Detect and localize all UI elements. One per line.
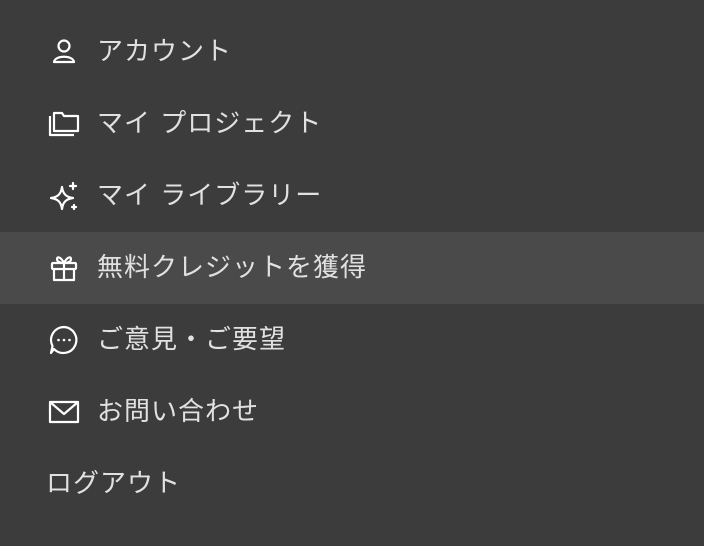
menu-item-label: マイ プロジェクト bbox=[97, 109, 323, 139]
mail-icon bbox=[48, 396, 80, 428]
sparkles-icon bbox=[48, 180, 80, 212]
menu-item-my-projects[interactable]: マイ プロジェクト bbox=[0, 88, 704, 160]
gift-icon bbox=[48, 252, 80, 284]
menu-item-label: 無料クレジットを獲得 bbox=[97, 253, 368, 283]
logout-label: ログアウト bbox=[46, 469, 182, 499]
logout-button[interactable]: ログアウト bbox=[0, 448, 704, 520]
folders-icon bbox=[48, 108, 80, 140]
user-icon bbox=[48, 36, 80, 68]
menu-item-account[interactable]: アカウント bbox=[0, 16, 704, 88]
menu-item-label: アカウント bbox=[97, 37, 233, 67]
menu-item-label: お問い合わせ bbox=[97, 397, 260, 427]
menu-item-my-library[interactable]: マイ ライブラリー bbox=[0, 160, 704, 232]
menu-item-contact[interactable]: お問い合わせ bbox=[0, 376, 704, 448]
chat-bubble-icon bbox=[48, 324, 80, 356]
menu-item-label: マイ ライブラリー bbox=[97, 181, 323, 211]
menu-item-feedback[interactable]: ご意見・ご要望 bbox=[0, 304, 704, 376]
menu-item-earn-free-credits[interactable]: 無料クレジットを獲得 bbox=[0, 232, 704, 304]
account-dropdown-menu: アカウント マイ プロジェクト マイ ライブラリー 無料クレジットを獲得 ご意見… bbox=[0, 0, 704, 546]
menu-item-label: ご意見・ご要望 bbox=[97, 325, 287, 355]
